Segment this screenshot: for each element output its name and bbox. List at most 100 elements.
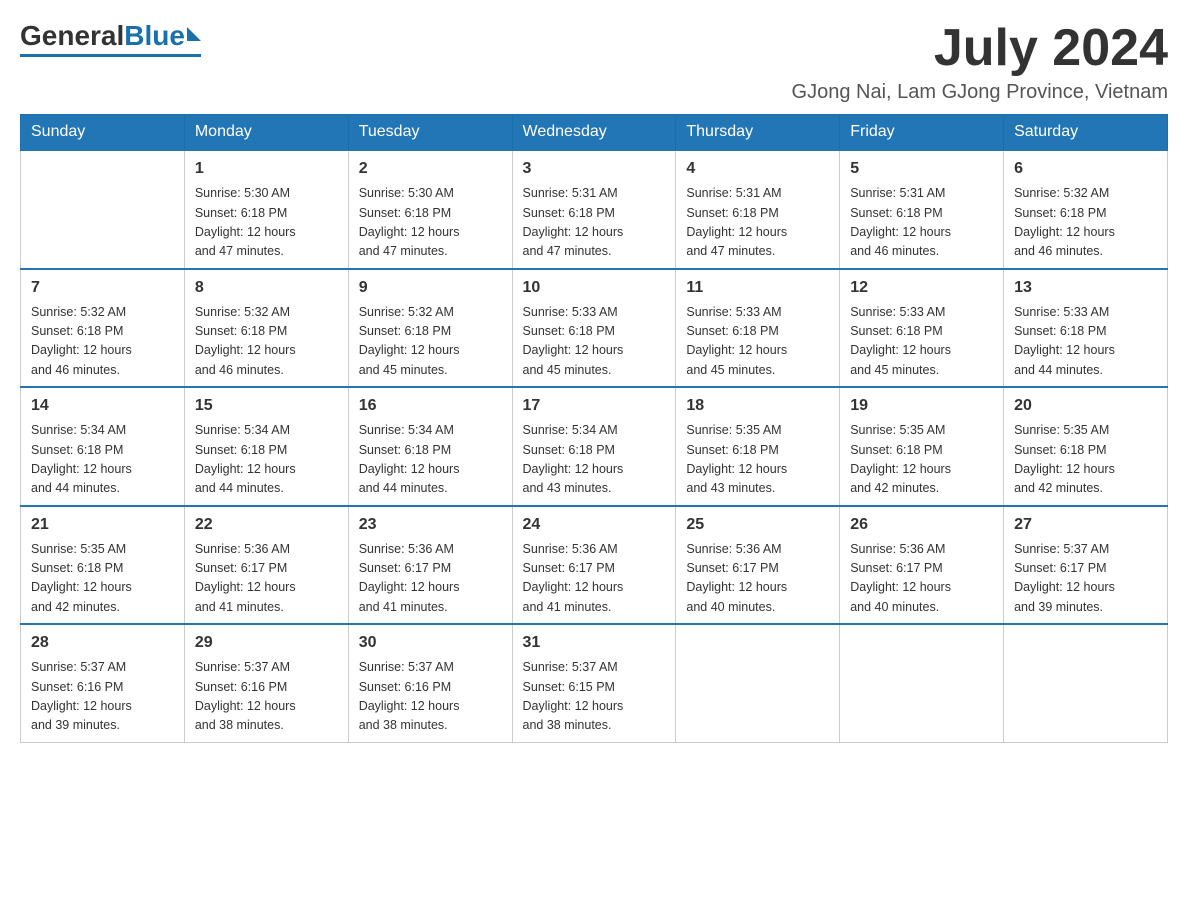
calendar-cell: 12Sunrise: 5:33 AMSunset: 6:18 PMDayligh…: [840, 269, 1004, 388]
day-number: 23: [359, 513, 502, 537]
day-number: 24: [523, 513, 666, 537]
day-number: 20: [1014, 394, 1157, 418]
day-info: Sunrise: 5:35 AMSunset: 6:18 PMDaylight:…: [686, 421, 829, 499]
day-info: Sunrise: 5:34 AMSunset: 6:18 PMDaylight:…: [195, 421, 338, 499]
day-number: 28: [31, 631, 174, 655]
day-number: 2: [359, 157, 502, 181]
calendar-cell: 24 Sunrise: 5:36 AMSunset: 6:17 PMDayligh…: [512, 506, 676, 625]
calendar-cell: 2 Sunrise: 5:30 AMSunset: 6:18 PMDaylight…: [348, 150, 512, 269]
day-info: Sunrise: 5:30 AMSunset: 6:18 PMDaylight:…: [359, 184, 502, 262]
calendar-cell: 1 Sunrise: 5:30 AMSunset: 6:18 PMDaylight…: [184, 150, 348, 269]
day-info: Sunrise: 5:32 AMSunset: 6:18 PMDaylight:…: [1014, 184, 1157, 262]
logo-underline: [20, 54, 201, 57]
calendar-cell: 8 Sunrise: 5:32 AMSunset: 6:18 PMDaylight…: [184, 269, 348, 388]
day-info: Sunrise: 5:37 AMSunset: 6:16 PMDaylight:…: [195, 658, 338, 736]
calendar-cell: 19Sunrise: 5:35 AMSunset: 6:18 PMDayligh…: [840, 387, 1004, 506]
weekday-header-monday: Monday: [184, 115, 348, 151]
calendar-header-row: SundayMondayTuesdayWednesdayThursdayFrid…: [21, 115, 1168, 151]
logo-blue-text: Blue: [124, 20, 185, 52]
calendar-cell: 10 Sunrise: 5:33 AMSunset: 6:18 PMDayligh…: [512, 269, 676, 388]
calendar-cell: 20Sunrise: 5:35 AMSunset: 6:18 PMDayligh…: [1004, 387, 1168, 506]
day-info: Sunrise: 5:36 AMSunset: 6:17 PMDaylight:…: [523, 540, 666, 618]
weekday-header-friday: Friday: [840, 115, 1004, 151]
calendar-cell: 16 Sunrise: 5:34 AMSunset: 6:18 PMDayligh…: [348, 387, 512, 506]
calendar-cell: [1004, 624, 1168, 742]
day-number: 22: [195, 513, 338, 537]
day-number: 9: [359, 276, 502, 300]
calendar-cell: [676, 624, 840, 742]
calendar-cell: 25Sunrise: 5:36 AMSunset: 6:17 PMDayligh…: [676, 506, 840, 625]
day-info: Sunrise: 5:35 AMSunset: 6:18 PMDaylight:…: [31, 540, 174, 618]
day-info: Sunrise: 5:37 AMSunset: 6:16 PMDaylight:…: [31, 658, 174, 736]
weekday-header-tuesday: Tuesday: [348, 115, 512, 151]
day-info: Sunrise: 5:37 AMSunset: 6:15 PMDaylight:…: [523, 658, 666, 736]
calendar-cell: 22 Sunrise: 5:36 AMSunset: 6:17 PMDayligh…: [184, 506, 348, 625]
day-number: 10: [523, 276, 666, 300]
day-number: 7: [31, 276, 174, 300]
calendar-cell: [21, 150, 185, 269]
day-info: Sunrise: 5:31 AMSunset: 6:18 PMDaylight:…: [686, 184, 829, 262]
day-number: 6: [1014, 157, 1157, 181]
day-info: Sunrise: 5:33 AMSunset: 6:18 PMDaylight:…: [523, 303, 666, 381]
logo-general-text: General: [20, 20, 124, 52]
calendar-cell: 4 Sunrise: 5:31 AMSunset: 6:18 PMDaylight…: [676, 150, 840, 269]
calendar-cell: 30 Sunrise: 5:37 AMSunset: 6:16 PMDayligh…: [348, 624, 512, 742]
day-info: Sunrise: 5:32 AMSunset: 6:18 PMDaylight:…: [31, 303, 174, 381]
logo-blue-part: Blue: [124, 20, 201, 52]
logo-triangle-icon: [187, 27, 201, 41]
week-row-1: 1 Sunrise: 5:30 AMSunset: 6:18 PMDaylight…: [21, 150, 1168, 269]
day-info: Sunrise: 5:31 AMSunset: 6:18 PMDaylight:…: [850, 184, 993, 262]
week-row-4: 21 Sunrise: 5:35 AMSunset: 6:18 PMDayligh…: [21, 506, 1168, 625]
calendar-cell: 15Sunrise: 5:34 AMSunset: 6:18 PMDayligh…: [184, 387, 348, 506]
day-number: 8: [195, 276, 338, 300]
day-info: Sunrise: 5:31 AMSunset: 6:18 PMDaylight:…: [523, 184, 666, 262]
title-section: July 2024 GJong Nai, Lam GJong Province,…: [792, 20, 1168, 104]
week-row-5: 28 Sunrise: 5:37 AMSunset: 6:16 PMDayligh…: [21, 624, 1168, 742]
day-number: 11: [686, 276, 829, 300]
day-info: Sunrise: 5:33 AMSunset: 6:18 PMDaylight:…: [1014, 303, 1157, 381]
day-number: 3: [523, 157, 666, 181]
day-info: Sunrise: 5:33 AMSunset: 6:18 PMDaylight:…: [686, 303, 829, 381]
weekday-header-wednesday: Wednesday: [512, 115, 676, 151]
day-number: 31: [523, 631, 666, 655]
day-number: 14: [31, 394, 174, 418]
calendar-cell: 14 Sunrise: 5:34 AMSunset: 6:18 PMDayligh…: [21, 387, 185, 506]
day-info: Sunrise: 5:34 AMSunset: 6:18 PMDaylight:…: [31, 421, 174, 499]
day-info: Sunrise: 5:36 AMSunset: 6:17 PMDaylight:…: [850, 540, 993, 618]
calendar-cell: 31 Sunrise: 5:37 AMSunset: 6:15 PMDayligh…: [512, 624, 676, 742]
day-info: Sunrise: 5:34 AMSunset: 6:18 PMDaylight:…: [359, 421, 502, 499]
day-number: 27: [1014, 513, 1157, 537]
day-number: 26: [850, 513, 993, 537]
day-info: Sunrise: 5:37 AMSunset: 6:16 PMDaylight:…: [359, 658, 502, 736]
calendar-cell: 28 Sunrise: 5:37 AMSunset: 6:16 PMDayligh…: [21, 624, 185, 742]
calendar-cell: 29Sunrise: 5:37 AMSunset: 6:16 PMDayligh…: [184, 624, 348, 742]
calendar-cell: 5Sunrise: 5:31 AMSunset: 6:18 PMDaylight…: [840, 150, 1004, 269]
calendar-cell: 18Sunrise: 5:35 AMSunset: 6:18 PMDayligh…: [676, 387, 840, 506]
calendar-cell: 3 Sunrise: 5:31 AMSunset: 6:18 PMDaylight…: [512, 150, 676, 269]
day-info: Sunrise: 5:30 AMSunset: 6:18 PMDaylight:…: [195, 184, 338, 262]
week-row-2: 7 Sunrise: 5:32 AMSunset: 6:18 PMDaylight…: [21, 269, 1168, 388]
calendar-cell: 7 Sunrise: 5:32 AMSunset: 6:18 PMDaylight…: [21, 269, 185, 388]
day-info: Sunrise: 5:32 AMSunset: 6:18 PMDaylight:…: [359, 303, 502, 381]
day-number: 25: [686, 513, 829, 537]
day-number: 30: [359, 631, 502, 655]
calendar-cell: 17Sunrise: 5:34 AMSunset: 6:18 PMDayligh…: [512, 387, 676, 506]
day-number: 13: [1014, 276, 1157, 300]
day-number: 16: [359, 394, 502, 418]
calendar-table: SundayMondayTuesdayWednesdayThursdayFrid…: [20, 114, 1168, 743]
weekday-header-sunday: Sunday: [21, 115, 185, 151]
location-subtitle: GJong Nai, Lam GJong Province, Vietnam: [792, 81, 1168, 104]
calendar-cell: [840, 624, 1004, 742]
week-row-3: 14 Sunrise: 5:34 AMSunset: 6:18 PMDayligh…: [21, 387, 1168, 506]
day-info: Sunrise: 5:36 AMSunset: 6:17 PMDaylight:…: [195, 540, 338, 618]
calendar-cell: 6 Sunrise: 5:32 AMSunset: 6:18 PMDaylight…: [1004, 150, 1168, 269]
day-info: Sunrise: 5:37 AMSunset: 6:17 PMDaylight:…: [1014, 540, 1157, 618]
day-number: 4: [686, 157, 829, 181]
day-number: 19: [850, 394, 993, 418]
weekday-header-thursday: Thursday: [676, 115, 840, 151]
weekday-header-saturday: Saturday: [1004, 115, 1168, 151]
day-number: 21: [31, 513, 174, 537]
day-info: Sunrise: 5:34 AMSunset: 6:18 PMDaylight:…: [523, 421, 666, 499]
day-number: 1: [195, 157, 338, 181]
day-info: Sunrise: 5:32 AMSunset: 6:18 PMDaylight:…: [195, 303, 338, 381]
